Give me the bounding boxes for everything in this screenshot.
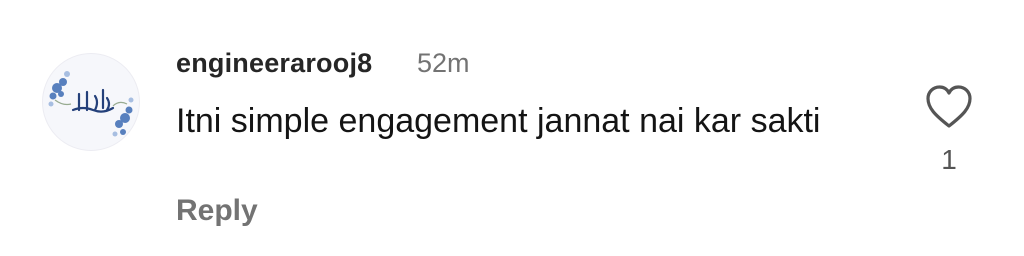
reply-button[interactable]: Reply: [176, 194, 258, 228]
user-avatar[interactable]: [42, 53, 140, 151]
comment-item: engineerarooj8 52m Itni simple engagemen…: [0, 0, 1024, 256]
comment-timestamp: 52m: [417, 48, 470, 78]
comment-text: Itni simple engagement jannat nai kar sa…: [176, 102, 821, 140]
floral-calligraphy-icon: [48, 71, 134, 137]
comment-username[interactable]: engineerarooj8: [176, 48, 372, 79]
like-count: 1: [941, 144, 957, 175]
like-button[interactable]: [925, 84, 973, 130]
heart-outline-icon: [926, 85, 972, 128]
